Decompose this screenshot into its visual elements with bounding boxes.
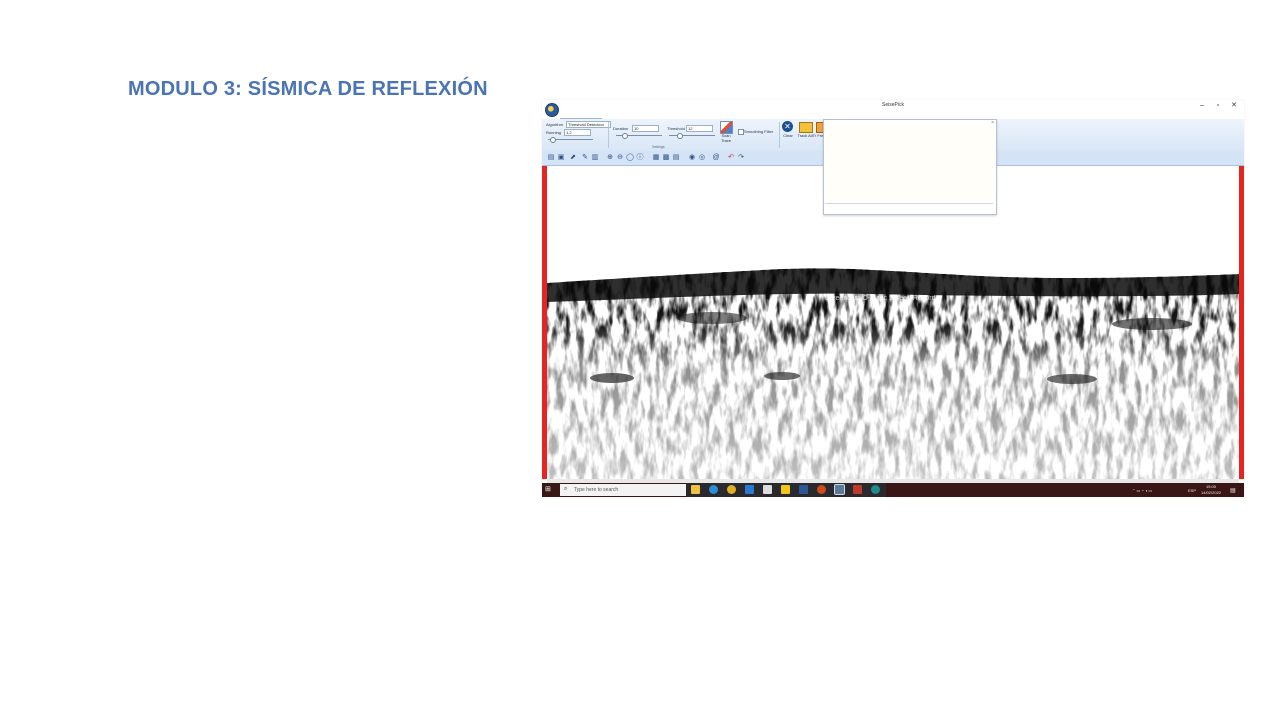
notes-icon[interactable] [781,485,790,494]
file-explorer-icon[interactable] [691,485,700,494]
duration-label: Duration [613,126,629,131]
windows-taskbar: ⊞ ⌕ Type here to search ⌃ ▭ ◔ ◑ ▭ ESP 15… [542,483,1244,497]
algorithm-select[interactable]: Threshold Detection [566,121,611,128]
open-file-icon[interactable]: ▤ [547,154,555,162]
track-all-icon[interactable] [799,122,813,133]
notifications-icon[interactable]: ▤ [1230,487,1236,494]
word-icon[interactable] [799,485,808,494]
marker-icon[interactable]: ◉ [688,154,696,162]
close-button[interactable]: ✕ [1228,101,1240,110]
duration-slider-handle[interactable] [622,133,628,139]
maximize-button[interactable]: ▫ [1212,101,1224,110]
table-icon[interactable]: ▤ [672,154,680,162]
taskbar-search-box[interactable]: ⌕ Type here to search [560,484,686,496]
network-app-icon[interactable] [871,485,880,494]
export-icon[interactable]: ⬈ [569,154,577,162]
running-label: Running [546,130,561,135]
tool-icon[interactable]: ✎ [581,154,589,162]
mail-icon[interactable] [745,485,754,494]
search-placeholder: Type here to search [574,487,619,493]
seisepick-app-icon[interactable] [834,484,845,495]
minimize-button[interactable]: – [1196,101,1208,110]
threshold-slider-handle[interactable] [677,133,683,139]
threshold-field[interactable]: 12 [686,125,713,132]
scan-trace-label[interactable]: Scan Trace [716,133,736,143]
popup-content [825,126,993,204]
grid-icon[interactable]: ▩ [662,154,670,162]
zoom-in-icon[interactable]: ⊕ [606,154,614,162]
threshold-label: Threshold [667,126,685,131]
undo-icon[interactable]: ↶ [727,154,735,162]
window-titlebar[interactable]: SeisePick – ▫ ✕ [542,100,1244,117]
layers-icon[interactable]: ▦ [652,154,660,162]
running-slider-handle[interactable] [550,137,556,143]
target-icon[interactable]: ◎ [698,154,706,162]
at-icon[interactable]: @ [712,154,720,162]
clock-date[interactable]: 14/02/2022 [1201,490,1221,495]
redo-icon[interactable]: ↷ [737,154,745,162]
ribbon-tabs: Refront tracking Acoustic Reflection Geo… [560,111,749,127]
viewer-right-border [1239,166,1244,479]
search-icon: ⌕ [564,486,568,492]
zoom-fit-icon[interactable]: ◯ [626,154,634,162]
clock-time[interactable]: 15:00 [1206,484,1216,489]
settings-group-label: Settings [652,145,665,149]
ribbon-separator [608,122,609,148]
slide-title: MODULO 3: SÍSMICA DE REFLEXIÓN [128,78,488,100]
running-field[interactable]: 1,2 [564,129,591,136]
windows-start-icon[interactable]: ⊞ [545,486,553,494]
store-icon[interactable] [763,485,772,494]
clear-icon[interactable]: ✕ [782,121,793,132]
window-title: SeisePick [882,102,904,108]
smoothing-filter-label: Smoothing Filter [744,129,774,134]
threshold-slider[interactable] [669,135,715,136]
recorder-app-icon[interactable] [853,485,862,494]
powerpoint-icon[interactable] [817,485,826,494]
edge-icon[interactable] [709,485,718,494]
info-icon[interactable]: ⓘ [636,154,644,162]
recorder-watermark: Screencast-O-Matic Screen Recorder [825,295,942,302]
tray-icons[interactable]: ⌃ ▭ ◔ ◑ ▭ [1132,488,1152,493]
chart-icon[interactable]: ▥ [591,154,599,162]
popup-dialog[interactable]: × [823,119,997,215]
language-indicator[interactable]: ESP [1188,488,1196,493]
save-icon[interactable]: ▣ [557,154,565,162]
chrome-icon[interactable] [727,485,736,494]
algorithm-label: Algorithm [546,122,563,127]
zoom-out-icon[interactable]: ⊖ [616,154,624,162]
app-window: SeisePick – ▫ ✕ Refront tracking Acousti… [542,100,1244,497]
viewer-left-border [542,166,547,479]
duration-field[interactable]: 10 [632,125,659,132]
